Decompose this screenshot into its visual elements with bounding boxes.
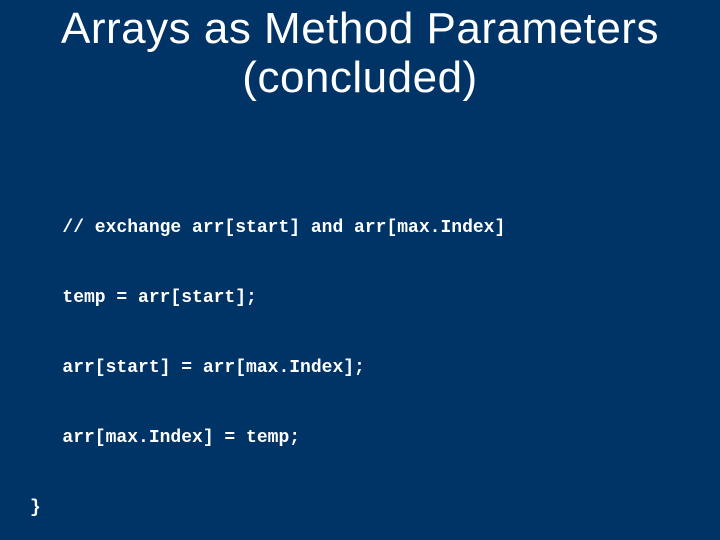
code-line: // exchange arr[start] and arr[max.Index…	[30, 217, 505, 240]
code-line: temp = arr[start];	[30, 287, 505, 310]
code-line: }	[30, 497, 505, 520]
slide: Arrays as Method Parameters (concluded) …	[0, 0, 720, 540]
code-block: // exchange arr[start] and arr[max.Index…	[30, 170, 505, 540]
slide-title: Arrays as Method Parameters (concluded)	[30, 4, 690, 103]
code-line: arr[start] = arr[max.Index];	[30, 357, 505, 380]
title-line-1: Arrays as Method Parameters	[30, 4, 690, 53]
code-line: arr[max.Index] = temp;	[30, 427, 505, 450]
title-line-2: (concluded)	[30, 53, 690, 102]
